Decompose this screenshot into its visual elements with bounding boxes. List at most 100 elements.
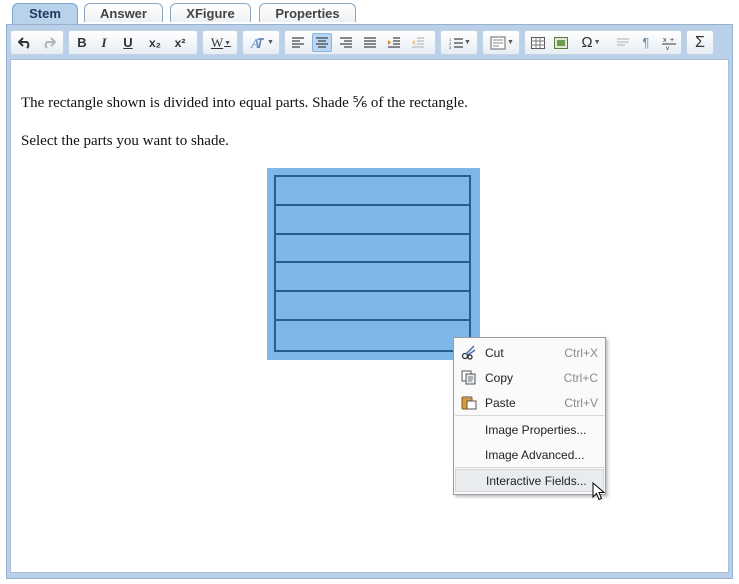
chevron-down-icon: ▼ xyxy=(507,39,514,46)
justify-button[interactable] xyxy=(360,33,380,52)
tab-properties[interactable]: Properties xyxy=(259,3,356,22)
alignment-group xyxy=(284,30,436,55)
superscript-button[interactable]: x² xyxy=(170,33,190,52)
menu-item-image-advanced[interactable]: Image Advanced... xyxy=(455,443,604,466)
stem-text-line-1: The rectangle shown is divided into equa… xyxy=(21,95,468,111)
insert-table-button[interactable] xyxy=(528,33,548,52)
rectangle-part[interactable] xyxy=(276,177,469,206)
numbered-list-dropdown[interactable]: 123 ▼ xyxy=(445,33,475,52)
outdent-button[interactable] xyxy=(408,33,428,52)
mouse-cursor-icon xyxy=(592,482,606,501)
menu-item-cut[interactable]: Cut Ctrl+X xyxy=(455,341,604,364)
align-right-icon xyxy=(340,37,352,48)
special-char-dropdown[interactable]: Ω ▼ xyxy=(575,33,607,52)
scissors-icon xyxy=(461,345,476,360)
word-format-dropdown[interactable]: W ▼ xyxy=(207,33,235,52)
editor-content[interactable]: The rectangle shown is divided into equa… xyxy=(10,59,729,573)
menu-item-label: Interactive Fields... xyxy=(486,474,587,488)
toolbar: B I U x₂ x² W ▼ A ▼ 1 2 3 ▼ ▼ Ω ▼ ¶ x + … xyxy=(7,25,732,61)
chevron-down-icon: ▼ xyxy=(267,39,274,46)
insert-group: Ω ▼ ¶ x + y xyxy=(524,30,682,55)
svg-text:3: 3 xyxy=(449,45,452,49)
menu-separator xyxy=(455,415,604,416)
history-group xyxy=(10,30,64,55)
fraction-icon: x +y xyxy=(662,37,676,50)
chevron-down-icon: ▼ xyxy=(224,38,232,47)
menu-item-interactive-fields[interactable]: Interactive Fields... xyxy=(455,469,604,492)
menu-item-label: Image Advanced... xyxy=(485,448,585,462)
table-icon xyxy=(531,36,545,49)
undo-icon xyxy=(18,36,30,49)
menu-item-label: Cut xyxy=(485,346,504,360)
paste-icon xyxy=(461,396,477,410)
stem-text-line-2: Select the parts you want to shade. xyxy=(21,133,229,149)
undo-button[interactable] xyxy=(15,33,35,52)
text-style-dropdown[interactable]: A ▼ xyxy=(247,33,277,52)
layout-icon xyxy=(490,36,506,49)
tab-answer[interactable]: Answer xyxy=(84,3,163,22)
format-group: B I U x₂ x² xyxy=(68,30,198,55)
list-group: 123 ▼ xyxy=(440,30,478,55)
context-menu: Cut Ctrl+X Copy Ctrl+C Paste Ctrl+V Imag… xyxy=(453,337,606,495)
rectangle-part[interactable] xyxy=(276,263,469,293)
bold-button[interactable]: B xyxy=(72,33,92,52)
align-center-button[interactable] xyxy=(312,33,332,52)
image-icon xyxy=(554,36,568,49)
menu-item-shortcut: Ctrl+X xyxy=(564,346,598,360)
rectangle-part[interactable] xyxy=(276,235,469,264)
svg-text:y: y xyxy=(666,46,669,50)
copy-icon xyxy=(461,370,476,385)
font-style-icon: A xyxy=(250,37,265,50)
show-blocks-button[interactable]: ¶ xyxy=(636,33,656,52)
equation-button[interactable]: Σ xyxy=(690,33,710,52)
insert-image-button[interactable] xyxy=(551,33,571,52)
chevron-down-icon: ▼ xyxy=(593,39,601,46)
menu-item-label: Copy xyxy=(485,371,514,385)
subscript-button[interactable]: x₂ xyxy=(145,33,165,52)
redo-icon xyxy=(44,36,56,49)
menu-item-shortcut: Ctrl+C xyxy=(563,371,598,385)
layout-dropdown[interactable]: ▼ xyxy=(487,33,517,52)
tab-xfigure[interactable]: XFigure xyxy=(170,3,251,22)
sigma-icon: Σ xyxy=(695,33,705,51)
rectangle-part[interactable] xyxy=(276,292,469,322)
menu-item-copy[interactable]: Copy Ctrl+C xyxy=(455,366,604,389)
omega-icon: Ω xyxy=(581,34,593,51)
underline-button[interactable]: U xyxy=(118,33,138,52)
svg-text:x: x xyxy=(663,37,667,44)
align-right-button[interactable] xyxy=(336,33,356,52)
indent-button[interactable] xyxy=(384,33,404,52)
menu-item-shortcut: Ctrl+V xyxy=(564,396,598,410)
italic-button[interactable]: I xyxy=(94,33,114,52)
redo-button[interactable] xyxy=(39,33,59,52)
outdent-icon xyxy=(412,37,424,48)
rectangle-part[interactable] xyxy=(276,321,469,350)
align-center-icon xyxy=(316,37,328,48)
menu-item-image-properties[interactable]: Image Properties... xyxy=(455,418,604,441)
svg-text:+: + xyxy=(670,37,674,44)
word-format-label: W xyxy=(210,34,224,50)
rectangle-part[interactable] xyxy=(276,206,469,235)
indent-icon xyxy=(388,37,400,48)
rectangle-figure[interactable] xyxy=(267,168,480,360)
editor-frame: B I U x₂ x² W ▼ A ▼ 1 2 3 ▼ ▼ Ω ▼ ¶ x + … xyxy=(6,24,733,579)
math-group: Σ xyxy=(686,30,714,55)
menu-item-label: Paste xyxy=(485,396,516,410)
layout-group: ▼ xyxy=(482,30,520,55)
page-break-button[interactable] xyxy=(613,33,633,52)
pilcrow-icon: ¶ xyxy=(642,35,650,50)
align-left-button[interactable] xyxy=(288,33,308,52)
menu-item-paste[interactable]: Paste Ctrl+V xyxy=(455,391,604,414)
chevron-down-icon: ▼ xyxy=(464,39,471,46)
rectangle-parts xyxy=(274,175,471,352)
fraction-button[interactable]: x + y xyxy=(659,33,679,52)
word-format-group: W ▼ xyxy=(202,30,238,55)
tab-stem[interactable]: Stem xyxy=(12,3,78,24)
numbered-list-icon: 123 xyxy=(449,37,464,49)
justify-icon xyxy=(364,37,376,48)
style-group: A ▼ xyxy=(242,30,280,55)
align-left-icon xyxy=(292,37,304,48)
page-break-icon xyxy=(617,38,629,46)
menu-item-label: Image Properties... xyxy=(485,423,587,437)
menu-separator xyxy=(455,467,604,468)
